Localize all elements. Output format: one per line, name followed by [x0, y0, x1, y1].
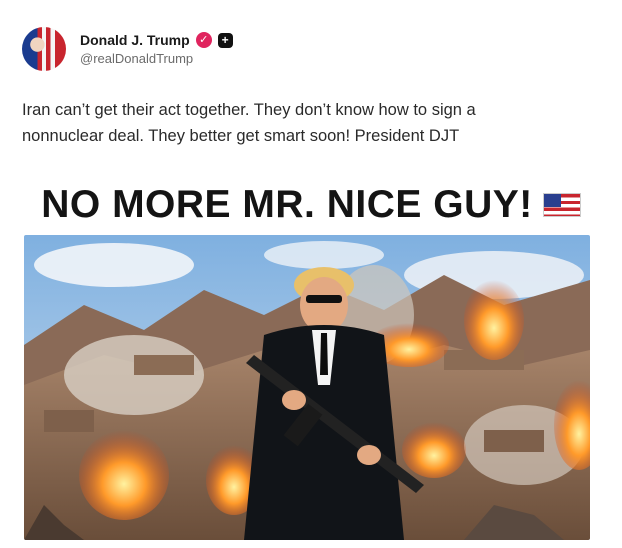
verified-check-icon: ✓	[195, 32, 212, 48]
post-card: Donald J. Trump ✓ + @realDonaldTrump Ira…	[0, 0, 622, 548]
post-image[interactable]	[24, 235, 590, 540]
plus-badge-icon: +	[217, 32, 233, 48]
post-text-line: nonnuclear deal. They better get smart s…	[22, 127, 460, 145]
post-text-line: Iran can’t get their act together. They …	[22, 101, 476, 119]
image-headline: NO MORE MR. NICE GUY!	[0, 178, 622, 232]
post-image-art	[24, 235, 590, 540]
post-header: Donald J. Trump ✓ + @realDonaldTrump	[22, 24, 233, 74]
author-info: Donald J. Trump ✓ + @realDonaldTrump	[80, 32, 233, 66]
avatar[interactable]	[22, 27, 66, 71]
headline-text: NO MORE MR. NICE GUY!	[41, 183, 533, 226]
us-flag-icon	[542, 193, 581, 217]
author-handle[interactable]: @realDonaldTrump	[80, 51, 233, 66]
name-row: Donald J. Trump ✓ +	[80, 32, 233, 48]
post-text: Iran can’t get their act together. They …	[22, 97, 602, 149]
author-name[interactable]: Donald J. Trump	[80, 32, 190, 48]
